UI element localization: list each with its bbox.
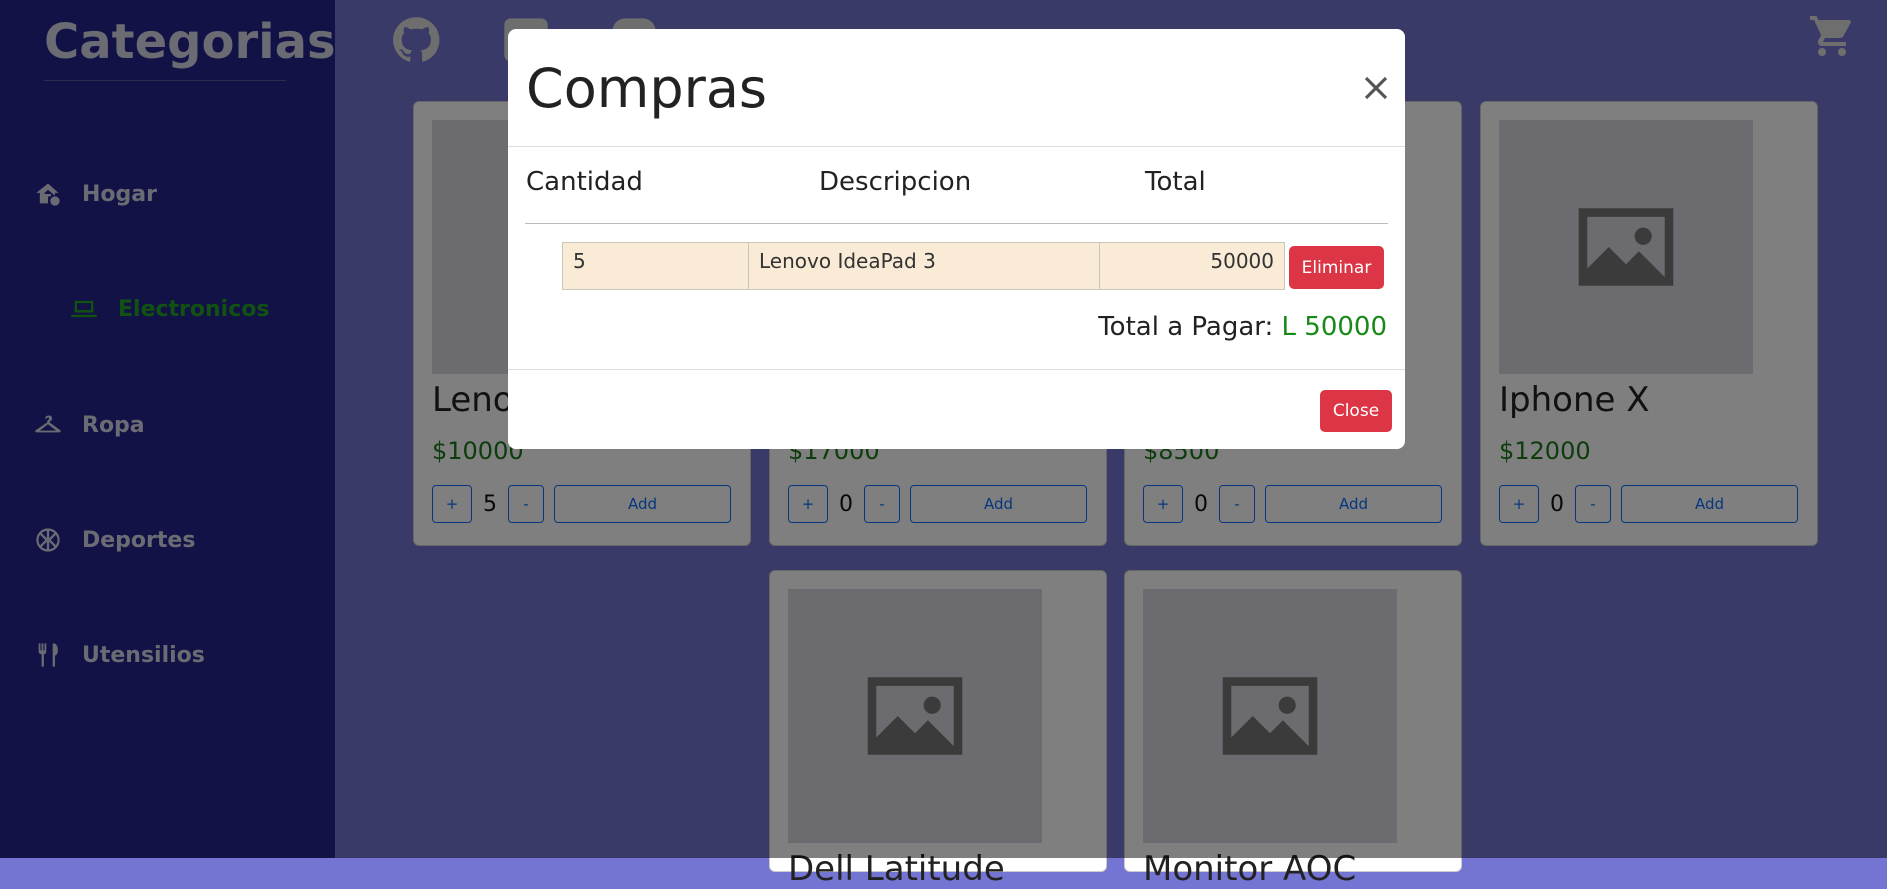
total-value: L 50000 xyxy=(1281,312,1387,342)
total-to-pay: Total a Pagar: L 50000 xyxy=(1098,312,1387,342)
cell-total: 50000 xyxy=(1099,242,1285,290)
purchases-modal: Compras Cantidad Descripcion Total 5 Len… xyxy=(508,29,1405,449)
cell-descripcion: Lenovo IdeaPad 3 xyxy=(748,242,1101,290)
column-header-cantidad: Cantidad xyxy=(526,167,643,197)
cell-cantidad: 5 xyxy=(562,242,750,290)
column-header-descripcion: Descripcion xyxy=(819,167,972,197)
footer-divider xyxy=(508,369,1405,370)
total-label: Total a Pagar: xyxy=(1098,312,1274,342)
modal-title: Compras xyxy=(526,57,768,120)
delete-item-button[interactable]: Eliminar xyxy=(1289,246,1384,289)
header-divider xyxy=(508,146,1405,147)
close-icon[interactable] xyxy=(1361,73,1391,103)
column-header-total: Total xyxy=(1145,167,1206,197)
close-button[interactable]: Close xyxy=(1320,390,1392,432)
table-divider xyxy=(525,223,1388,224)
